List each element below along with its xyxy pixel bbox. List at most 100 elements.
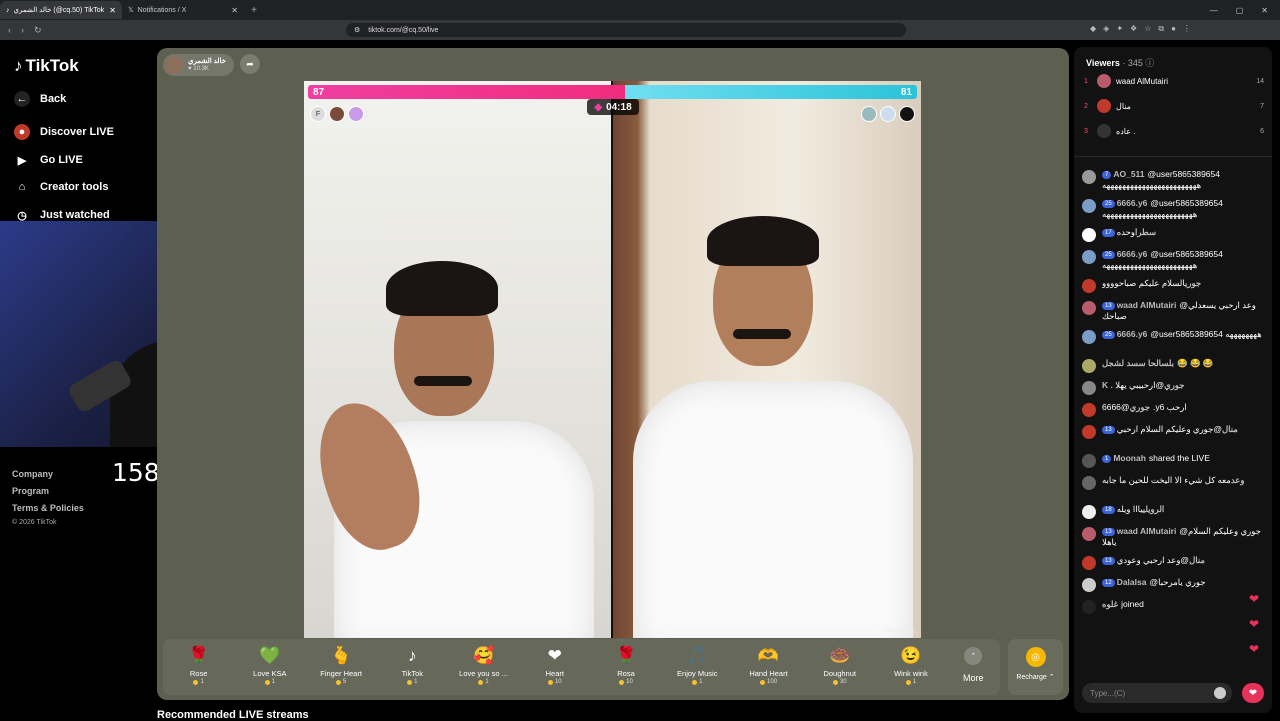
more-gifts-button[interactable]: ⌃ More	[947, 639, 1000, 695]
chat-message[interactable]: 25 6666.y6 @user5865389654 ههههههههههههههه…	[1082, 198, 1266, 220]
footer-link-program[interactable]: Program	[12, 486, 49, 496]
sidebar-item-discover-live[interactable]: ● Discover LIVE	[14, 124, 114, 140]
chat-avatar[interactable]	[1082, 505, 1096, 519]
viewer-avatar[interactable]	[1097, 124, 1111, 138]
chat-username[interactable]: منال	[1222, 424, 1238, 434]
gift-wink-wink[interactable]: 😉 Wink wink 1	[875, 639, 946, 695]
close-window-icon[interactable]: ✕	[1261, 6, 1268, 15]
chat-message[interactable]: جوريالسلام عليكم صباحوووو	[1082, 278, 1266, 293]
chat-avatar[interactable]	[1082, 301, 1096, 315]
extension-icon[interactable]: ❖	[1130, 24, 1137, 34]
chat-message[interactable]: 25 6666.y6 @user5865389654 ههههههههههههههه…	[1082, 249, 1266, 271]
gift-tiktok[interactable]: ♪ TikTok 1	[377, 639, 448, 695]
gift-rosa[interactable]: 🌹 Rosa 10	[590, 639, 661, 695]
chat-message[interactable]: بلسالحا سسد لشجل 😂 😂 😂	[1082, 358, 1266, 373]
chat-username[interactable]: جوري	[1185, 278, 1201, 288]
chat-username[interactable]: waad AlMutairi	[1117, 526, 1177, 536]
send-heart-button[interactable]: ❤	[1242, 683, 1264, 703]
tiktok-logo[interactable]: ♪ TikTok	[14, 56, 79, 76]
gift-love-you-so[interactable]: 🥰 Love you so ... 1	[448, 639, 519, 695]
viewers-header[interactable]: Viewers · 345 ⓘ	[1086, 56, 1154, 69]
chat-avatar[interactable]	[1082, 250, 1096, 264]
chat-message[interactable]: 18 الرويلييااا ويله	[1082, 504, 1266, 519]
chat-username[interactable]: بلسالحا سسد لشجل	[1102, 358, 1174, 368]
gift-doughnut[interactable]: 🍩 Doughnut 30	[804, 639, 875, 695]
close-tab-icon[interactable]: ✕	[231, 6, 238, 15]
gift-enjoy-music[interactable]: 🎵 Enjoy Music 1	[662, 639, 733, 695]
emoji-icon[interactable]	[1214, 687, 1226, 699]
chat-username[interactable]: waad AlMutairi	[1117, 300, 1177, 310]
top-viewer-row[interactable]: 1 waad AlMutairi 14	[1084, 74, 1264, 88]
chat-username[interactable]: غلوه	[1102, 599, 1118, 609]
chat-avatar[interactable]	[1082, 170, 1096, 184]
minimize-icon[interactable]: —	[1210, 6, 1218, 15]
chat-username[interactable]: Dalalsa	[1117, 577, 1147, 587]
recharge-button[interactable]: ◎ Recharge ⌃	[1008, 639, 1063, 695]
menu-icon[interactable]: ⋮	[1183, 24, 1191, 34]
gift-love-ksa[interactable]: 💚 Love KSA 1	[234, 639, 305, 695]
chat-avatar[interactable]	[1082, 381, 1096, 395]
chat-message[interactable]: 13 منال@وعد ارحبي وعودي	[1082, 555, 1266, 570]
supporter-avatar[interactable]	[880, 106, 896, 122]
host-avatar[interactable]	[165, 56, 183, 74]
sidebar-item-creator-tools[interactable]: ⌂ Creator tools	[14, 179, 109, 195]
chat-avatar[interactable]	[1082, 330, 1096, 344]
share-button[interactable]: ➦	[240, 54, 260, 74]
chat-username[interactable]: جوري	[1130, 402, 1150, 412]
supporter-avatar[interactable]	[899, 106, 915, 122]
chat-avatar[interactable]	[1082, 454, 1096, 468]
tab-tiktok-live[interactable]: ♪ خالد الشمري (@cq.50) TikTok LIVE ✕	[0, 1, 122, 19]
gift-heart[interactable]: ❤ Heart 10	[519, 639, 590, 695]
chat-username[interactable]: منال	[1189, 555, 1205, 565]
viewer-avatar[interactable]	[1097, 99, 1111, 113]
extension-icon[interactable]: ✦	[1116, 24, 1123, 34]
chat-message[interactable]: 13 منال@جوري وعليكم السلام ارحبي	[1082, 424, 1266, 439]
gift-finger-heart[interactable]: 🫰 Finger Heart 5	[305, 639, 376, 695]
chat-avatar[interactable]	[1082, 228, 1096, 242]
chat-avatar[interactable]	[1082, 476, 1096, 490]
reload-icon[interactable]: ↻	[34, 25, 42, 36]
host-info[interactable]: خالد الشمري ♥ 10.3K	[163, 54, 234, 76]
supporter-avatar[interactable]	[329, 106, 345, 122]
chat-avatar[interactable]	[1082, 359, 1096, 373]
new-tab-button[interactable]: +	[244, 5, 264, 16]
chat-message[interactable]: 7 AO_511 @user5865389654 ههههههههههههههههه…	[1082, 169, 1266, 191]
forward-arrow-icon[interactable]: ›	[21, 25, 24, 36]
sidebar-item-go-live[interactable]: ▶ Go LIVE	[14, 152, 83, 168]
tab-notifications[interactable]: 𝕏 Notifications / X ✕	[122, 1, 244, 19]
chat-username[interactable]: سطرا	[1135, 227, 1156, 237]
footer-link-terms[interactable]: Terms & Policies	[12, 503, 84, 513]
back-arrow-icon[interactable]: ‹	[8, 25, 11, 36]
back-button[interactable]: ← Back	[14, 91, 66, 107]
chat-username[interactable]: Moonah	[1113, 453, 1146, 463]
supporter-avatar[interactable]: F	[310, 106, 326, 122]
chat-username[interactable]: وعد	[1231, 475, 1245, 485]
extension-icon[interactable]: ◆	[1090, 24, 1096, 34]
chat-avatar[interactable]	[1082, 578, 1096, 592]
maximize-icon[interactable]: ▢	[1236, 6, 1244, 15]
footer-link-company[interactable]: Company	[12, 469, 53, 479]
chat-username[interactable]: 6666.y6	[1117, 329, 1148, 339]
chat-avatar[interactable]	[1082, 556, 1096, 570]
chat-username[interactable]: AO_511	[1113, 169, 1144, 179]
profile-icon[interactable]: ●	[1171, 24, 1176, 34]
info-icon[interactable]: ⓘ	[1145, 58, 1154, 68]
gift-rose[interactable]: 🌹 Rose 1	[163, 639, 234, 695]
chat-username[interactable]: 6666.y6	[1117, 198, 1148, 208]
chat-avatar[interactable]	[1082, 279, 1096, 293]
bookmark-icon[interactable]: ☆	[1144, 24, 1151, 34]
chat-avatar[interactable]	[1082, 600, 1096, 614]
chat-message[interactable]: وعدمعه كل شيء الا اليخت للحين ما جابه	[1082, 475, 1266, 490]
chat-username[interactable]: الرويلي	[1143, 504, 1165, 514]
chat-username[interactable]: 6666.y6	[1117, 249, 1148, 259]
viewer-avatar[interactable]	[1097, 74, 1111, 88]
chat-message[interactable]: 17 سطراوحده	[1082, 227, 1266, 242]
chat-message[interactable]: جوري@6666.y6 ارحب	[1082, 402, 1266, 417]
supporter-avatar[interactable]	[861, 106, 877, 122]
chat-message[interactable]: 13 waad AlMutairi @وعد ارحبي يسعدلي صباحك	[1082, 300, 1266, 322]
close-tab-icon[interactable]: ✕	[109, 6, 116, 15]
supporter-avatar[interactable]	[348, 106, 364, 122]
chat-input[interactable]: Type...(C)	[1082, 683, 1232, 703]
chat-avatar[interactable]	[1082, 527, 1096, 541]
chat-avatar[interactable]	[1082, 403, 1096, 417]
